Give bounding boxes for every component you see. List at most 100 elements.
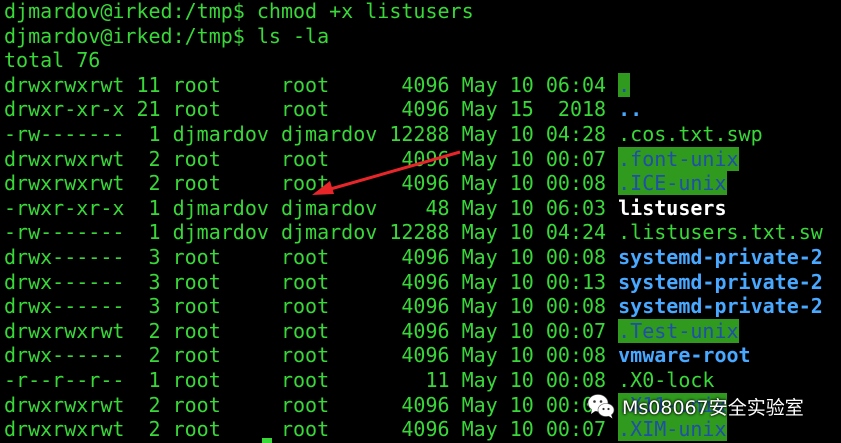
file-name[interactable]: listusers bbox=[618, 196, 726, 220]
month: May bbox=[449, 318, 498, 343]
day: 10 bbox=[497, 121, 534, 146]
file-name[interactable]: systemd-private-2 bbox=[618, 270, 823, 294]
file-size: 12288 bbox=[377, 121, 450, 146]
shell-prompt: djmardov@irked:/tmp$ bbox=[4, 23, 257, 48]
month: May bbox=[449, 367, 498, 392]
time: 00:07 bbox=[533, 318, 607, 343]
link-count: 3 bbox=[124, 244, 161, 269]
cursor bbox=[262, 438, 272, 443]
file-name[interactable]: vmware-root bbox=[618, 343, 750, 367]
listing-row: -rw------- 1 djmardov djmardov 12288 May… bbox=[4, 122, 823, 147]
permissions: drwx------ bbox=[4, 269, 125, 294]
link-count: 1 bbox=[124, 220, 161, 245]
file-name[interactable]: .ICE-unix bbox=[618, 171, 727, 196]
link-count: 3 bbox=[124, 269, 161, 294]
group: root bbox=[268, 244, 378, 269]
listing-row: drwxrwxrwt 2 root root 4096 May 10 00:07… bbox=[4, 318, 823, 344]
link-count: 3 bbox=[124, 294, 161, 319]
watermark-text: Ms08067安全实验室 bbox=[622, 396, 804, 419]
group: root bbox=[268, 318, 378, 343]
file-size: 4096 bbox=[377, 294, 450, 319]
time: 00:08 bbox=[533, 171, 607, 196]
day: 10 bbox=[497, 318, 534, 343]
permissions: drwx------ bbox=[4, 244, 125, 269]
day: 10 bbox=[497, 244, 534, 269]
group: root bbox=[268, 97, 378, 122]
link-count: 2 bbox=[124, 318, 161, 343]
group: root bbox=[268, 417, 378, 442]
permissions: drwxrwxrwt bbox=[4, 318, 125, 343]
file-name[interactable]: .cos.txt.swp bbox=[618, 122, 763, 146]
month: May bbox=[449, 244, 498, 269]
group: root bbox=[268, 392, 378, 417]
listing-row: drwxrwxrwt 2 root root 4096 May 10 00:07… bbox=[4, 146, 823, 172]
day: 10 bbox=[497, 294, 534, 319]
month: May bbox=[449, 417, 498, 442]
link-count: 21 bbox=[124, 97, 161, 122]
listing-row: -rw------- 1 djmardov djmardov 12288 May… bbox=[4, 220, 823, 245]
month: May bbox=[449, 146, 498, 171]
day: 10 bbox=[497, 392, 534, 417]
month: May bbox=[449, 269, 498, 294]
group: root bbox=[268, 171, 378, 196]
file-size: 4096 bbox=[377, 417, 450, 442]
file-size: 12288 bbox=[377, 220, 450, 245]
file-size: 4096 bbox=[377, 171, 450, 196]
permissions: -rw------- bbox=[4, 121, 125, 146]
time: 00:08 bbox=[533, 294, 607, 319]
terminal-window[interactable]: djmardov@irked:/tmp$ chmod +x listusers … bbox=[0, 0, 841, 443]
listing-row: drwxrwxrwt 11 root root 4096 May 10 06:0… bbox=[4, 72, 823, 98]
permissions: drwxrwxrwt bbox=[4, 72, 125, 97]
wechat-icon bbox=[587, 394, 615, 419]
file-size: 4096 bbox=[377, 146, 450, 171]
permissions: drwxrwxrwt bbox=[4, 171, 125, 196]
link-count: 2 bbox=[124, 392, 161, 417]
group: djmardov bbox=[268, 121, 378, 146]
file-listing: drwxrwxrwt 11 root root 4096 May 10 06:0… bbox=[4, 72, 823, 442]
time: 04:24 bbox=[533, 220, 607, 245]
permissions: drwxrwxrwt bbox=[4, 417, 125, 442]
group: root bbox=[268, 146, 378, 171]
group: djmardov bbox=[268, 195, 378, 220]
terminal-output: djmardov@irked:/tmp$ chmod +x listusers … bbox=[4, 0, 823, 442]
day: 10 bbox=[497, 195, 534, 220]
owner: root bbox=[160, 72, 269, 97]
month: May bbox=[449, 220, 498, 245]
file-name[interactable]: systemd-private-2 bbox=[618, 245, 823, 269]
listing-row: drwx------ 2 root root 4096 May 10 00:08… bbox=[4, 343, 823, 368]
permissions: drwx------ bbox=[4, 294, 125, 319]
month: May bbox=[449, 294, 498, 319]
link-count: 2 bbox=[124, 146, 161, 171]
file-size: 4096 bbox=[377, 318, 450, 343]
time: 00:13 bbox=[533, 269, 607, 294]
file-name[interactable]: .font-unix bbox=[618, 146, 739, 171]
file-name[interactable]: .. bbox=[618, 97, 642, 121]
permissions: -rwxr-xr-x bbox=[4, 195, 125, 220]
owner: root bbox=[160, 294, 269, 319]
file-size: 48 bbox=[377, 195, 450, 220]
time: 00:08 bbox=[533, 244, 607, 269]
group: djmardov bbox=[268, 220, 378, 245]
file-name[interactable]: systemd-private-2 bbox=[618, 294, 823, 318]
owner: djmardov bbox=[160, 220, 269, 245]
month: May bbox=[449, 343, 498, 368]
owner: djmardov bbox=[160, 195, 269, 220]
month: May bbox=[449, 97, 498, 122]
link-count: 2 bbox=[124, 417, 161, 442]
owner: root bbox=[160, 343, 269, 368]
file-name[interactable]: .listusers.txt.sw bbox=[618, 220, 823, 244]
permissions: -r--r--r-- bbox=[4, 367, 125, 392]
owner: root bbox=[160, 392, 269, 417]
time: 00:08 bbox=[533, 343, 607, 368]
owner: root bbox=[160, 318, 269, 343]
file-name[interactable]: .Test-unix bbox=[618, 318, 739, 343]
month: May bbox=[449, 72, 498, 97]
shell-prompt: djmardov@irked:/tmp$ bbox=[4, 0, 257, 23]
permissions: -rw------- bbox=[4, 220, 125, 245]
listing-row: drwx------ 3 root root 4096 May 10 00:08… bbox=[4, 294, 823, 319]
day: 15 bbox=[497, 97, 534, 122]
file-name[interactable]: . bbox=[618, 72, 631, 97]
link-count: 2 bbox=[124, 343, 161, 368]
listing-row: drwxr-xr-x 21 root root 4096 May 15 2018… bbox=[4, 97, 823, 122]
owner: root bbox=[160, 367, 269, 392]
